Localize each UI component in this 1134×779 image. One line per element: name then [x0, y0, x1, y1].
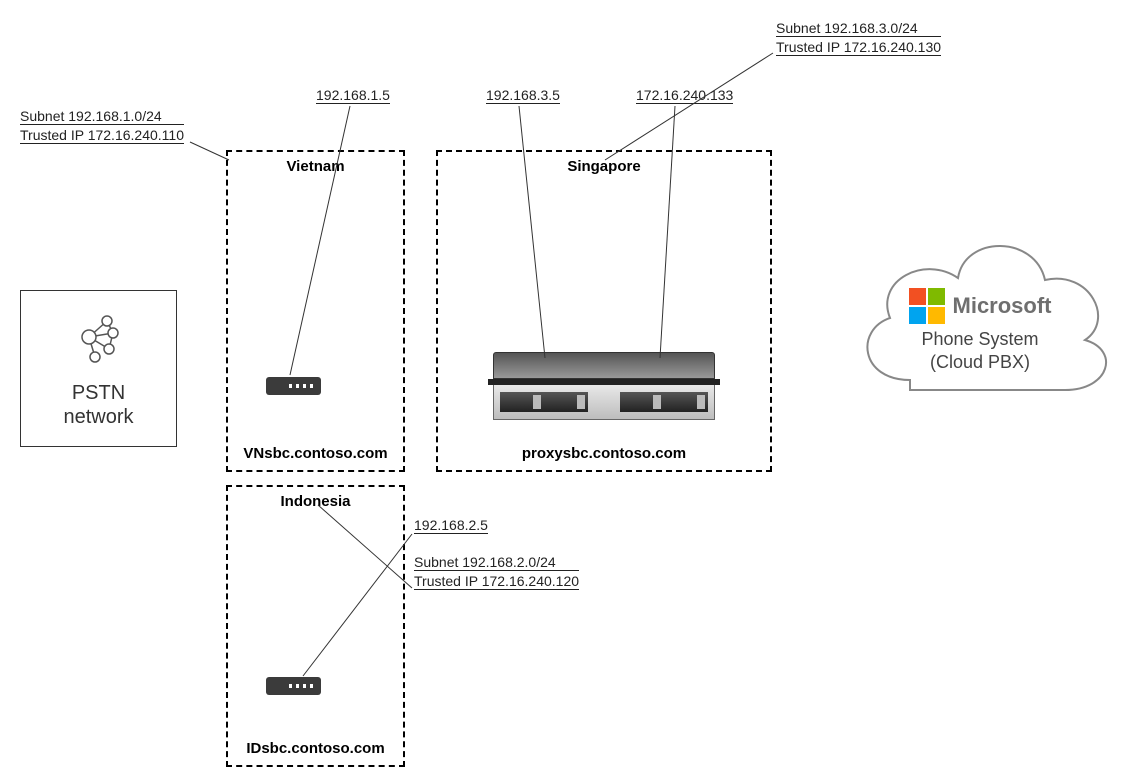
proxy-sbc-device-icon — [493, 352, 715, 420]
region-singapore-hostname: proxysbc.contoso.com — [438, 445, 770, 462]
network-graph-icon — [73, 311, 125, 363]
region-indonesia-title: Indonesia — [228, 493, 403, 510]
indonesia-trusted-ip-text: Trusted IP 172.16.240.120 — [414, 573, 579, 590]
microsoft-logo-icon — [909, 288, 945, 324]
singapore-subnet-callout: Subnet 192.168.3.0/24 Trusted IP 172.16.… — [776, 20, 941, 56]
singapore-device-ip-internal: 192.168.3.5 — [486, 87, 560, 104]
vietnam-trusted-ip-text: Trusted IP 172.16.240.110 — [20, 127, 184, 144]
indonesia-subnet-callout: Subnet 192.168.2.0/24 Trusted IP 172.16.… — [414, 554, 579, 590]
region-vietnam: Vietnam VNsbc.contoso.com — [226, 150, 405, 472]
pstn-network-box: PSTN network — [20, 290, 177, 447]
sbc-device-icon — [266, 677, 321, 695]
indonesia-subnet-text: Subnet 192.168.2.0/24 — [414, 554, 579, 571]
region-vietnam-title: Vietnam — [228, 158, 403, 175]
singapore-subnet-text: Subnet 192.168.3.0/24 — [776, 20, 941, 37]
region-vietnam-hostname: VNsbc.contoso.com — [228, 445, 403, 462]
vietnam-device-ip: 192.168.1.5 — [316, 87, 390, 104]
indonesia-device-ip: 192.168.2.5 — [414, 517, 488, 534]
singapore-device-ip-external: 172.16.240.133 — [636, 87, 733, 104]
region-singapore-title: Singapore — [438, 158, 770, 175]
sbc-device-icon — [266, 377, 321, 395]
cloud-line1: Phone System — [921, 329, 1038, 349]
vietnam-subnet-callout: Subnet 192.168.1.0/24 Trusted IP 172.16.… — [20, 108, 184, 144]
region-singapore: Singapore proxysbc.contoso.com — [436, 150, 772, 472]
vietnam-subnet-text: Subnet 192.168.1.0/24 — [20, 108, 184, 125]
pstn-label: PSTN network — [21, 381, 176, 429]
region-indonesia-hostname: IDsbc.contoso.com — [228, 740, 403, 757]
singapore-trusted-ip-text: Trusted IP 172.16.240.130 — [776, 39, 941, 56]
microsoft-brand-text: Microsoft — [953, 293, 1052, 319]
region-indonesia: Indonesia IDsbc.contoso.com — [226, 485, 405, 767]
cloud-line2: (Cloud PBX) — [930, 352, 1030, 372]
phone-system-cloud: Microsoft Phone System (Cloud PBX) — [840, 200, 1120, 435]
